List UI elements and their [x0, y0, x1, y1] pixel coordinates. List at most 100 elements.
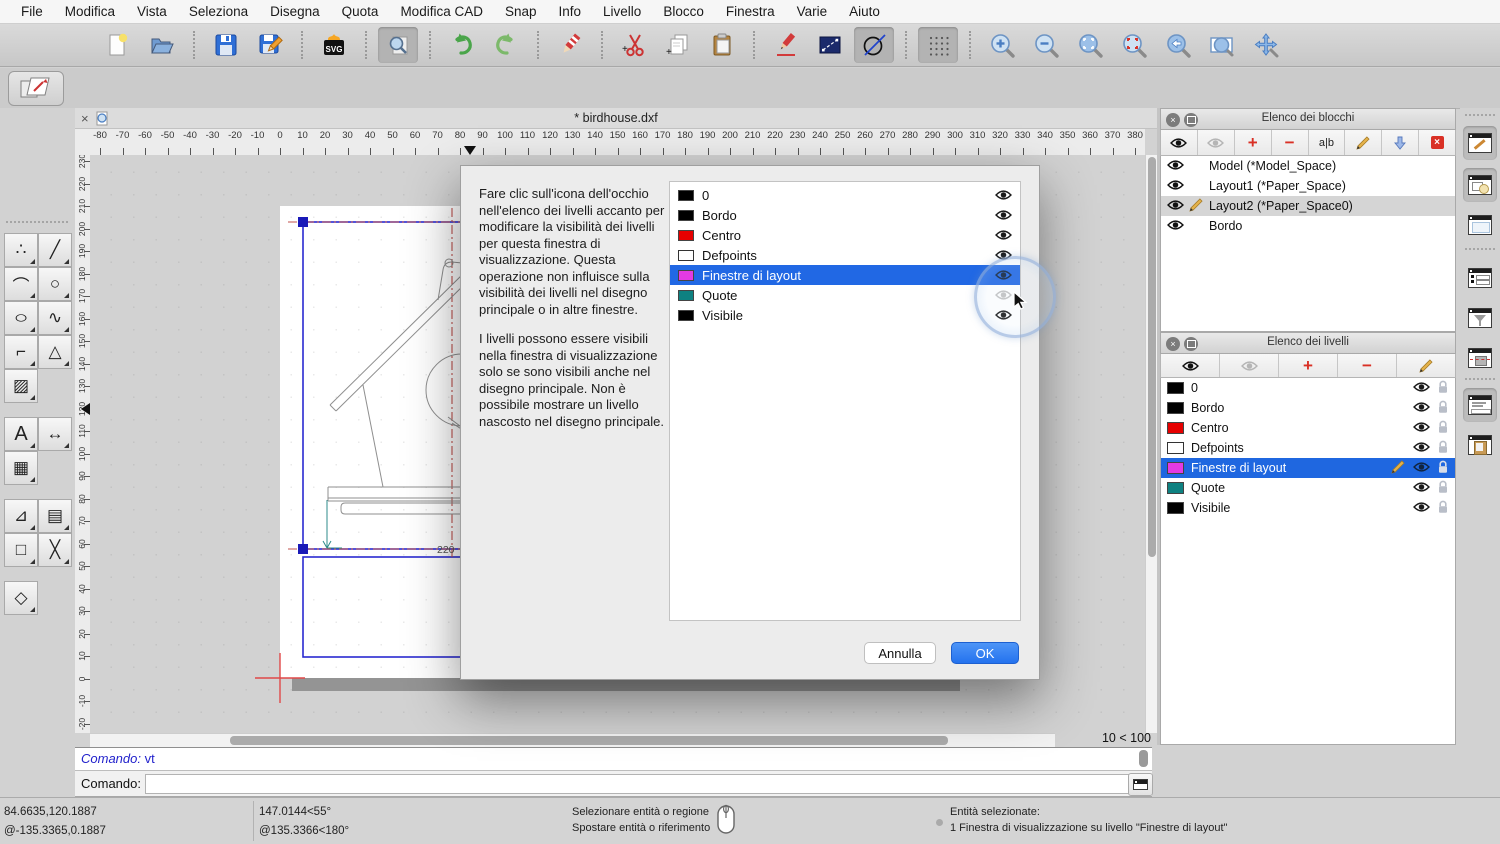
dialog-layer-row[interactable]: Finestre di layout: [670, 265, 1020, 285]
redo-button[interactable]: [486, 27, 526, 63]
save-as-button[interactable]: [250, 27, 290, 63]
layer-visibility-eye-icon[interactable]: [1413, 501, 1430, 516]
delete-block-button[interactable]: ×: [1419, 130, 1455, 155]
layer-row[interactable]: Bordo: [1161, 398, 1455, 418]
save-button[interactable]: [206, 27, 246, 63]
print-preview-button[interactable]: [378, 27, 418, 63]
paste-button[interactable]: [702, 27, 742, 63]
layer-lock-icon[interactable]: [1437, 400, 1449, 417]
block-visibility-eye-icon[interactable]: [1167, 199, 1184, 214]
block-visibility-eye-icon[interactable]: [1167, 219, 1184, 234]
layer-lock-icon[interactable]: [1437, 380, 1449, 397]
zoom-out-button[interactable]: [1026, 27, 1066, 63]
menu-item-finestra[interactable]: Finestra: [715, 0, 786, 24]
menu-item-modifica-cad[interactable]: Modifica CAD: [389, 0, 494, 24]
canvas-vertical-scrollbar[interactable]: [1145, 155, 1157, 733]
new-document-button[interactable]: [98, 27, 138, 63]
layer-lock-icon[interactable]: [1437, 460, 1449, 477]
cut-button[interactable]: +: [614, 27, 654, 63]
selection-filter-panel-toggle-button[interactable]: [1463, 301, 1497, 335]
menu-item-quota[interactable]: Quota: [331, 0, 390, 24]
edit-layer-button[interactable]: [1397, 354, 1455, 377]
edit-block-button[interactable]: [1345, 130, 1382, 155]
spline-tool-button[interactable]: ∿: [38, 301, 72, 335]
layer-lock-icon[interactable]: [1437, 440, 1449, 457]
layer-visibility-eye-icon[interactable]: [995, 209, 1012, 224]
line-tool-button[interactable]: [810, 27, 850, 63]
ellipse-tool-button[interactable]: ○: [4, 301, 38, 335]
layer-visibility-eye-icon[interactable]: [1413, 421, 1430, 436]
auto-zoom-button[interactable]: [1070, 27, 1110, 63]
block-row[interactable]: Bordo: [1161, 216, 1455, 236]
text-tool-button[interactable]: A: [4, 417, 38, 451]
menu-item-livello[interactable]: Livello: [592, 0, 652, 24]
library-browser-panel-toggle-button[interactable]: [1463, 208, 1497, 242]
menu-item-disegna[interactable]: Disegna: [259, 0, 331, 24]
zoom-selection-button[interactable]: [1114, 27, 1154, 63]
modify-tool-button[interactable]: ╳: [38, 533, 72, 567]
layer-visibility-eye-icon[interactable]: [1413, 461, 1430, 476]
add-block-button[interactable]: +: [1235, 130, 1272, 155]
add-layer-button[interactable]: +: [1279, 354, 1338, 377]
insert-block-button[interactable]: [1382, 130, 1419, 155]
cancel-button[interactable]: Annulla: [864, 642, 936, 664]
block-tools-tool-button[interactable]: □: [4, 533, 38, 567]
menu-item-info[interactable]: Info: [548, 0, 593, 24]
layer-lock-icon[interactable]: [1437, 480, 1449, 497]
menu-item-blocco[interactable]: Blocco: [652, 0, 715, 24]
menu-item-seleziona[interactable]: Seleziona: [178, 0, 259, 24]
block-row[interactable]: Model (*Model_Space): [1161, 156, 1455, 176]
image-tool-button[interactable]: ▦: [4, 451, 38, 485]
layer-visibility-eye-icon[interactable]: [1413, 441, 1430, 456]
circle-tool-button[interactable]: ○: [38, 267, 72, 301]
layer-row[interactable]: Finestre di layout: [1161, 458, 1455, 478]
points-tool-button[interactable]: ∴: [4, 233, 38, 267]
layer-visibility-eye-icon[interactable]: [995, 229, 1012, 244]
layer-visibility-eye-icon[interactable]: [1413, 381, 1430, 396]
polyline-tool-button[interactable]: ⌐: [4, 335, 38, 369]
block-list-panel-toggle-button[interactable]: [1463, 168, 1497, 202]
layer-visibility-eye-icon[interactable]: [1413, 481, 1430, 496]
menu-item-file[interactable]: File: [10, 0, 54, 24]
dialog-layer-row[interactable]: Quote: [670, 285, 1020, 305]
show-all-layers-button[interactable]: [1161, 354, 1220, 377]
command-window-button[interactable]: [1128, 773, 1153, 796]
property-editor-panel-toggle-button[interactable]: [1463, 261, 1497, 295]
circle-tool-button[interactable]: [854, 27, 894, 63]
block-visibility-eye-icon[interactable]: [1167, 179, 1184, 194]
layer-lock-icon[interactable]: [1437, 420, 1449, 437]
projection-tool-button[interactable]: ⊿: [4, 499, 38, 533]
show-all-blocks-button[interactable]: [1161, 130, 1198, 155]
command-input[interactable]: [145, 774, 1131, 794]
canvas-horizontal-scrollbar[interactable]: [90, 733, 1055, 747]
menu-item-snap[interactable]: Snap: [494, 0, 548, 24]
history-scroll-thumb[interactable]: [1139, 750, 1148, 767]
layer-row[interactable]: Defpoints: [1161, 438, 1455, 458]
layer-visibility-eye-icon[interactable]: [1413, 401, 1430, 416]
remove-block-button[interactable]: −: [1272, 130, 1309, 155]
h-scroll-thumb[interactable]: [230, 736, 948, 745]
open-file-button[interactable]: [142, 27, 182, 63]
draw-pencil-button[interactable]: [766, 27, 806, 63]
pan-button[interactable]: [1246, 27, 1286, 63]
v-scroll-thumb[interactable]: [1148, 157, 1156, 557]
menu-item-vista[interactable]: Vista: [126, 0, 178, 24]
menu-item-varie[interactable]: Varie: [786, 0, 839, 24]
layer-row[interactable]: Visibile: [1161, 498, 1455, 518]
block-row[interactable]: Layout2 (*Paper_Space0): [1161, 196, 1455, 216]
measure-tool-button[interactable]: ▤: [38, 499, 72, 533]
zoom-window-button[interactable]: [1202, 27, 1242, 63]
hide-all-blocks-button[interactable]: [1198, 130, 1235, 155]
command-line-panel-toggle-button[interactable]: [1463, 388, 1497, 422]
dimension-tool-button[interactable]: ↔: [38, 417, 72, 451]
hatch-tool-button[interactable]: ▨: [4, 369, 38, 403]
layer-row[interactable]: 0: [1161, 378, 1455, 398]
layer-row[interactable]: Centro: [1161, 418, 1455, 438]
layout-blocks-button[interactable]: [8, 71, 64, 106]
arc-tool-button[interactable]: ⌒: [4, 267, 38, 301]
remove-layer-button[interactable]: −: [1338, 354, 1397, 377]
layer-lock-icon[interactable]: [1437, 500, 1449, 517]
zoom-in-button[interactable]: [982, 27, 1022, 63]
grid-toggle-button[interactable]: [918, 27, 958, 63]
solid-tool-button[interactable]: ◇: [4, 581, 38, 615]
